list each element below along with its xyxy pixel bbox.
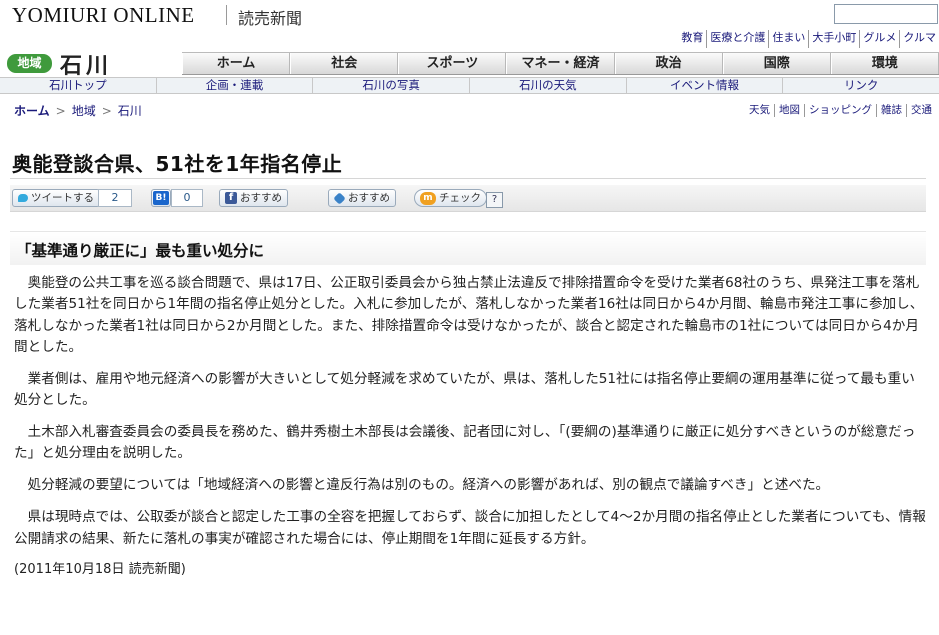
- sub-nav: 石川トップ 企画・連載 石川の写真 石川の天気 イベント情報 リンク: [0, 77, 939, 94]
- search-input[interactable]: [834, 4, 938, 24]
- hatena-bookmark-icon: B!: [153, 191, 169, 205]
- nav-money[interactable]: マネー・経済: [506, 53, 615, 74]
- breadcrumb-home[interactable]: ホーム: [14, 104, 50, 118]
- article-paragraph: 県は現時点では、公取委が談合と認定した工事の全容を把握しておらず、談合に加担した…: [14, 509, 926, 547]
- article-subhead: 「基準通り厳正に」最も重い処分に: [16, 242, 265, 260]
- facebook-recommend-button[interactable]: f おすすめ: [219, 189, 288, 207]
- logo-divider: [226, 5, 227, 25]
- main-nav: ホーム 社会 スポーツ マネー・経済 政治 国際 環境: [182, 52, 939, 75]
- article-dateline: (2011年10月18日 読売新聞): [14, 561, 186, 577]
- mixi-check-button[interactable]: m チェック: [414, 189, 487, 207]
- social-bar: ツイートする 2 B! 0 f おすすめ おすすめ m チェック ?: [10, 185, 926, 212]
- tweet-button[interactable]: ツイートする: [12, 189, 100, 207]
- brand-name-jp[interactable]: 読売新聞: [238, 5, 302, 29]
- top-link-komachi[interactable]: 大手小町: [808, 30, 859, 48]
- article-paragraph: 処分軽減の要望については「地域経済への影響と違反行為は別のもの。経済への影響があ…: [27, 477, 830, 494]
- breadcrumb-separator: >: [101, 104, 112, 118]
- headline-divider: [10, 178, 926, 179]
- util-link-magazine[interactable]: 雑誌: [876, 104, 906, 117]
- breadcrumb-separator: >: [55, 104, 66, 118]
- facebook-recommend-label: おすすめ: [240, 192, 282, 204]
- breadcrumb-area[interactable]: 地域: [72, 104, 96, 118]
- region-badge: 地域: [7, 54, 52, 73]
- article-paragraph: 業者側は、雇用や地元経済への影響が大きいとして処分軽減を求めていたが、県は、落札…: [14, 370, 915, 409]
- mixi-check-icon: m: [420, 191, 436, 205]
- facebook-icon: f: [225, 192, 237, 204]
- nav-sports[interactable]: スポーツ: [398, 53, 507, 74]
- subnav-features[interactable]: 企画・連載: [157, 78, 314, 93]
- subnav-links[interactable]: リンク: [783, 78, 939, 93]
- recommend-label: おすすめ: [348, 192, 390, 204]
- nav-home[interactable]: ホーム: [182, 53, 291, 74]
- top-links: 教育 医療と介護 住まい 大手小町 グルメ クルマ: [630, 30, 939, 48]
- tweet-count: 2: [98, 189, 132, 207]
- article-paragraph: 土木部入札審査委員会の委員長を務めた、鶴井秀樹土木部長は会議後、記者団に対し、「…: [14, 424, 916, 462]
- help-icon[interactable]: ?: [486, 192, 503, 208]
- nav-environment[interactable]: 環境: [830, 53, 939, 74]
- nav-world[interactable]: 国際: [722, 53, 831, 74]
- recommend-button[interactable]: おすすめ: [328, 189, 396, 207]
- top-link-education[interactable]: 教育: [678, 30, 706, 48]
- subnav-events[interactable]: イベント情報: [627, 78, 784, 93]
- recommend-hex-icon: [333, 191, 346, 205]
- article-headline: 奥能登談合県、51社を1年指名停止: [12, 152, 343, 176]
- top-link-medical[interactable]: 医療と介護: [706, 30, 768, 48]
- check-label: チェック: [439, 192, 481, 204]
- breadcrumb: ホーム > 地域 > 石川: [14, 102, 142, 119]
- subnav-weather[interactable]: 石川の天気: [470, 78, 627, 93]
- util-link-traffic[interactable]: 交通: [906, 104, 936, 117]
- breadcrumb-current[interactable]: 石川: [118, 104, 142, 118]
- utility-links: 天気 地図 ショッピング 雑誌 交通: [745, 104, 936, 117]
- top-link-car[interactable]: クルマ: [899, 30, 939, 48]
- twitter-bird-icon: [18, 194, 28, 202]
- article-paragraph: 奥能登の公共工事を巡る談合問題で、県は17日、公正取引委員会から独占禁止法違反で…: [14, 275, 924, 355]
- region-name: 石川: [60, 54, 113, 79]
- util-link-shopping[interactable]: ショッピング: [804, 104, 876, 117]
- util-link-map[interactable]: 地図: [774, 104, 804, 117]
- article-body: 奥能登の公共工事を巡る談合問題で、県は17日、公正取引委員会から独占禁止法違反で…: [14, 273, 926, 591]
- top-link-gourmet[interactable]: グルメ: [859, 30, 899, 48]
- nav-society[interactable]: 社会: [290, 53, 399, 74]
- util-link-weather[interactable]: 天気: [745, 104, 774, 117]
- subnav-ishikawa-top[interactable]: 石川トップ: [0, 78, 157, 93]
- subnav-photos[interactable]: 石川の写真: [313, 78, 471, 93]
- tweet-label: ツイートする: [31, 192, 94, 204]
- hatena-bookmark-button[interactable]: B!: [151, 189, 171, 207]
- nav-politics[interactable]: 政治: [614, 53, 723, 74]
- site-logo[interactable]: YOMIURI ONLINE: [12, 3, 195, 28]
- hatena-count: 0: [171, 189, 203, 207]
- top-link-housing[interactable]: 住まい: [768, 30, 808, 48]
